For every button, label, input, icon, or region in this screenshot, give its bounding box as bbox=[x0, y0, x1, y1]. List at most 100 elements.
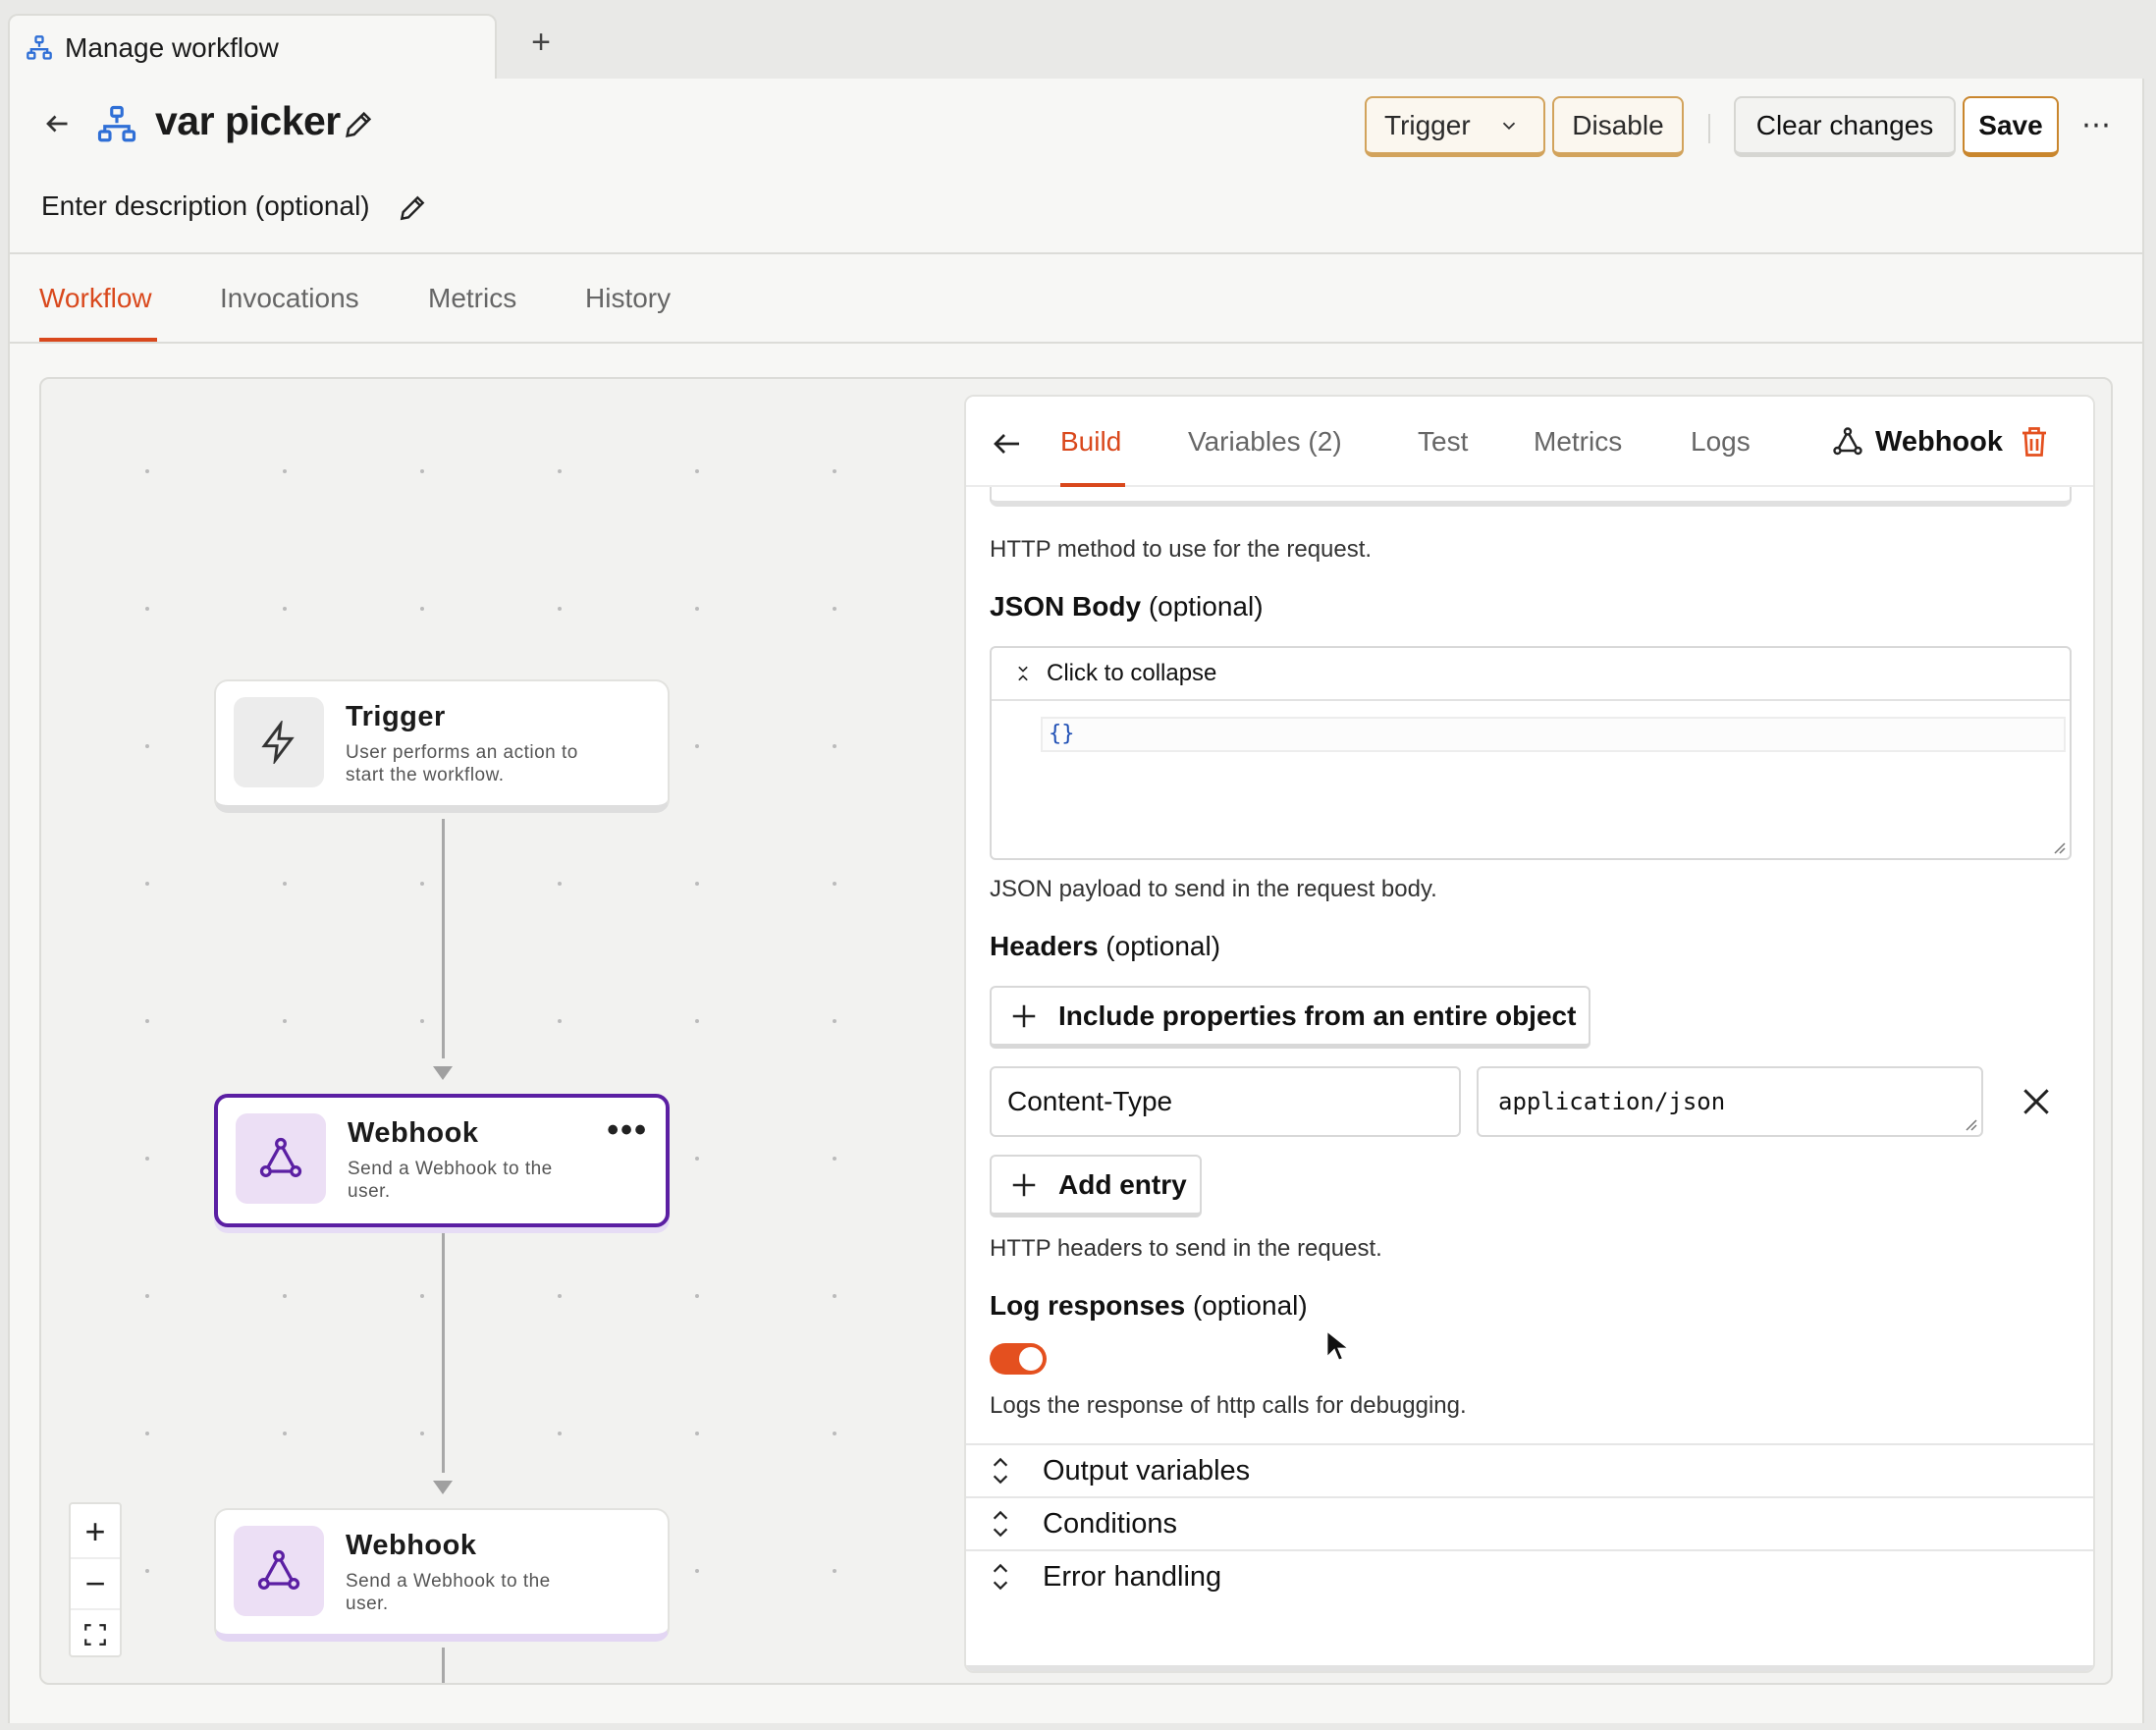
canvas-grid-dot bbox=[695, 607, 699, 611]
zoom-in-button[interactable]: + bbox=[71, 1506, 120, 1557]
plus-icon bbox=[1012, 1004, 1036, 1027]
edge-webhook-continuation bbox=[442, 1648, 445, 1683]
clear-changes-button[interactable]: Clear changes bbox=[1734, 96, 1956, 157]
headers-label: Headers (optional) bbox=[990, 931, 1220, 962]
save-button[interactable]: Save bbox=[1963, 96, 2059, 157]
tab-history[interactable]: History bbox=[585, 283, 671, 314]
trigger-button-label: Trigger bbox=[1384, 109, 1471, 140]
header-divider bbox=[8, 252, 2144, 254]
resize-handle-icon[interactable] bbox=[1962, 1115, 1977, 1131]
include-properties-button[interactable]: Include properties from an entire object bbox=[990, 986, 1590, 1049]
canvas-grid-dot bbox=[283, 882, 287, 886]
canvas-grid-dot bbox=[420, 1294, 424, 1298]
delete-step-trash-icon[interactable] bbox=[2017, 422, 2052, 461]
panel-tab-variables[interactable]: Variables (2) bbox=[1188, 426, 1342, 458]
lightning-icon bbox=[261, 721, 295, 764]
canvas-grid-dot bbox=[420, 882, 424, 886]
add-entry-label: Add entry bbox=[1058, 1168, 1187, 1200]
canvas-grid-dot bbox=[833, 1157, 836, 1161]
tab-workflow[interactable]: Workflow bbox=[39, 283, 152, 314]
section-error-handling[interactable]: Error handling bbox=[966, 1549, 2093, 1602]
browser-tab-manage-workflow[interactable]: Manage workflow bbox=[8, 14, 497, 81]
edit-title-pencil-icon[interactable] bbox=[342, 108, 375, 141]
json-body-label-text: JSON Body bbox=[990, 591, 1142, 622]
edit-description-pencil-icon[interactable] bbox=[397, 192, 428, 224]
section-output-variables[interactable]: Output variables bbox=[966, 1443, 2093, 1496]
canvas-grid-dot bbox=[695, 1019, 699, 1023]
workflow-icon bbox=[27, 35, 52, 60]
include-properties-label: Include properties from an entire object bbox=[1058, 1000, 1577, 1031]
back-arrow-icon[interactable] bbox=[39, 106, 75, 141]
node-menu-dots-button[interactable]: ••• bbox=[607, 1111, 648, 1150]
panel-tab-metrics[interactable]: Metrics bbox=[1534, 426, 1622, 458]
panel-header: Build Variables (2) Test Metrics Logs We… bbox=[966, 397, 2093, 487]
webhook-node-selected[interactable]: Webhook Send a Webhook to the user. ••• bbox=[214, 1094, 670, 1227]
resize-handle-icon[interactable] bbox=[2050, 838, 2066, 854]
canvas-grid-dot bbox=[420, 1432, 424, 1435]
json-body-label: JSON Body (optional) bbox=[990, 591, 1264, 622]
panel-active-tab-underline bbox=[1060, 483, 1125, 487]
panel-back-arrow-icon[interactable] bbox=[990, 426, 1025, 461]
chevron-down-icon bbox=[1502, 122, 1515, 130]
tab-metrics[interactable]: Metrics bbox=[428, 283, 516, 314]
canvas-grid-dot bbox=[558, 1294, 562, 1298]
canvas-grid-dot bbox=[833, 1019, 836, 1023]
headers-help-text: HTTP headers to send in the request. bbox=[990, 1235, 1382, 1262]
webhook-icon bbox=[259, 1137, 302, 1177]
node-title: Webhook bbox=[346, 1530, 477, 1561]
panel-tab-logs[interactable]: Logs bbox=[1691, 426, 1751, 458]
webhook-node[interactable]: Webhook Send a Webhook to the user. bbox=[214, 1508, 670, 1642]
header-key-input[interactable]: Content-Type bbox=[990, 1066, 1461, 1137]
section-conditions[interactable]: Conditions bbox=[966, 1496, 2093, 1549]
log-responses-toggle[interactable] bbox=[990, 1343, 1047, 1375]
plus-icon bbox=[1012, 1173, 1036, 1196]
tab-invocations[interactable]: Invocations bbox=[220, 283, 359, 314]
json-body-editor[interactable]: Click to collapse {} bbox=[990, 646, 2072, 860]
log-help-text: Logs the response of http calls for debu… bbox=[990, 1392, 1467, 1419]
canvas-grid-dot bbox=[695, 1432, 699, 1435]
trigger-node[interactable]: Trigger User performs an action to start… bbox=[214, 679, 670, 813]
canvas-grid-dot bbox=[145, 469, 149, 473]
browser-tab-label: Manage workflow bbox=[65, 32, 279, 63]
json-help-text: JSON payload to send in the request body… bbox=[990, 876, 1437, 902]
new-tab-button[interactable]: + bbox=[518, 20, 564, 65]
trigger-dropdown-button[interactable]: Trigger bbox=[1365, 96, 1545, 157]
panel-tab-test[interactable]: Test bbox=[1418, 426, 1468, 458]
headers-label-text: Headers bbox=[990, 931, 1099, 961]
add-entry-button[interactable]: Add entry bbox=[990, 1155, 1202, 1217]
panel-step-label: Webhook bbox=[1875, 425, 2003, 458]
more-options-button[interactable]: ⋯ bbox=[2081, 108, 2113, 142]
edge-arrowhead bbox=[433, 1481, 453, 1494]
node-description: User performs an action to start the wor… bbox=[346, 742, 578, 785]
description-field[interactable]: Enter description (optional) bbox=[41, 190, 370, 222]
webhook-node-icon-box bbox=[234, 1526, 324, 1616]
disable-button[interactable]: Disable bbox=[1552, 96, 1684, 157]
toolbar-divider bbox=[1708, 114, 1710, 143]
canvas-grid-dot bbox=[283, 1019, 287, 1023]
canvas-grid-dot bbox=[283, 607, 287, 611]
node-title: Webhook bbox=[348, 1117, 479, 1149]
header-value-input[interactable]: application/json bbox=[1477, 1066, 1983, 1137]
method-help-text: HTTP method to use for the request. bbox=[990, 536, 1373, 563]
mouse-cursor-icon bbox=[1325, 1329, 1349, 1362]
canvas-grid-dot bbox=[145, 1294, 149, 1298]
canvas-grid-dot bbox=[695, 882, 699, 886]
zoom-out-button[interactable]: − bbox=[71, 1557, 120, 1608]
remove-header-close-icon[interactable] bbox=[2017, 1082, 2056, 1121]
canvas-grid-dot bbox=[695, 1157, 699, 1161]
canvas-grid-dot bbox=[283, 1432, 287, 1435]
fit-view-button[interactable] bbox=[71, 1608, 120, 1659]
node-title: Trigger bbox=[346, 701, 446, 732]
page-title: var picker bbox=[155, 98, 341, 143]
toggle-knob bbox=[1019, 1347, 1043, 1371]
section-label: Conditions bbox=[1043, 1507, 1178, 1540]
log-responses-label: Log responses (optional) bbox=[990, 1290, 1308, 1322]
json-code-line[interactable]: {} bbox=[1041, 717, 2066, 752]
canvas-grid-dot bbox=[558, 1019, 562, 1023]
canvas-grid-dot bbox=[420, 607, 424, 611]
trigger-node-icon-box bbox=[234, 697, 324, 787]
canvas-grid-dot bbox=[145, 882, 149, 886]
panel-tab-build[interactable]: Build bbox=[1060, 426, 1121, 458]
node-description: Send a Webhook to the user. bbox=[346, 1571, 551, 1614]
collapse-toggle[interactable]: Click to collapse bbox=[992, 648, 2070, 701]
